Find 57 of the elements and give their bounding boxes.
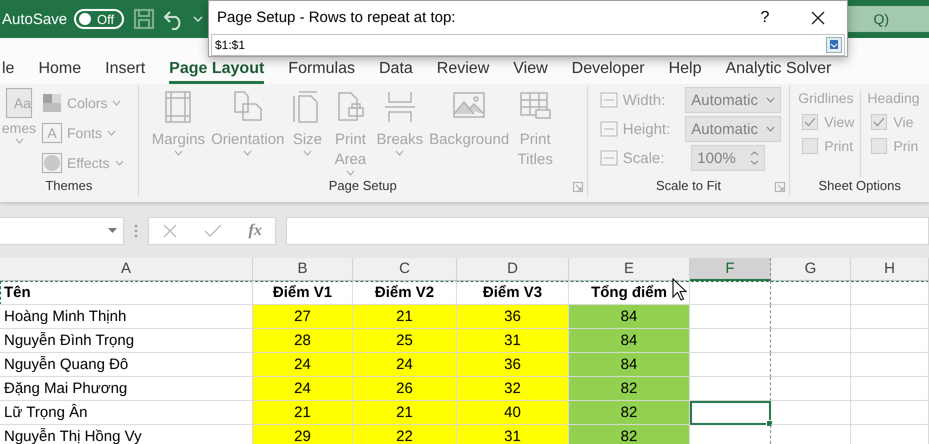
table-cell: 31 [457,329,569,353]
range-input-field[interactable]: $1:$1 [211,34,845,56]
column-header[interactable]: D [457,258,569,281]
column-header[interactable]: C [353,258,457,281]
table-cell: 32 [457,377,569,401]
autosave-label: AutoSave [2,10,68,28]
table-cell: Hoàng Minh Thịnh [0,305,253,329]
table-cell: 82 [569,425,690,444]
option-heading: Heading [867,90,920,106]
ribbon-tab[interactable]: le [2,38,14,84]
table-cell: Tên [0,281,253,305]
table-cell: 84 [569,353,690,377]
ribbon-tab[interactable]: Insert [105,38,146,84]
field-label: Scale: [622,150,666,166]
group-label: Scale to Fit [655,178,722,195]
field-label: Width: [622,92,666,108]
column-header[interactable]: H [851,258,929,281]
themes-icon: Aa [6,88,32,118]
help-button[interactable]: ? [755,8,775,26]
table-cell: 25 [353,329,457,353]
dialog-title: Page Setup - Rows to repeat at top: [217,9,456,26]
table-cell: 21 [353,305,457,329]
group-label: Sheet Options [817,178,902,195]
table-cell: 28 [253,329,353,353]
group-label: Themes [44,178,94,195]
table-cell: 31 [457,425,569,444]
table-cell: Lữ Trọng Ân [0,401,253,425]
table-cell: 82 [569,377,690,401]
table-cell: Nguyễn Đình Trọng [0,329,253,353]
table-cell: 40 [457,401,569,425]
table-cell: 84 [569,329,690,353]
table-cell: 22 [353,425,457,444]
table-cell: 29 [253,425,353,444]
option-heading: Gridlines [798,90,854,106]
column-header[interactable]: B [253,258,353,281]
field-label: Height: [622,120,672,138]
group-label: Page Setup [328,178,398,195]
table-cell: 26 [353,377,457,401]
table-cell: 84 [569,305,690,329]
ribbon-tab[interactable]: Home [38,38,82,84]
column-header[interactable]: F [690,258,771,281]
table-cell: 24 [253,353,353,377]
table-cell: 21 [253,401,353,425]
table-cell: 36 [457,305,569,329]
table-cell: 24 [353,353,457,377]
column-header[interactable]: G [771,258,851,281]
font-icon: A [42,123,62,143]
autosave-toggle[interactable]: Off [74,9,124,29]
insert-function-button[interactable]: fx [248,222,262,240]
table-cell: 82 [569,401,690,425]
table-cell: Nguyễn Quang Đô [0,353,253,377]
table-cell: 36 [457,353,569,377]
column-header[interactable]: A [0,258,253,281]
table-cell: Đặng Mai Phương [0,377,253,401]
table-cell: 27 [253,305,353,329]
table-cell: 21 [353,401,457,425]
table-cell: 24 [253,377,353,401]
